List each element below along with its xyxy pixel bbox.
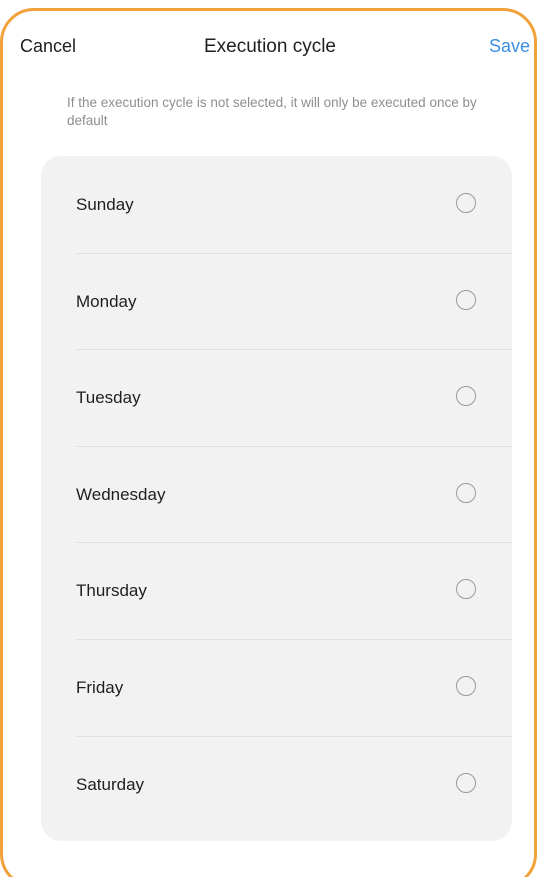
radio-unchecked-icon[interactable] — [456, 675, 476, 696]
header-bar: Cancel Execution cycle Save — [0, 34, 540, 66]
radio-unchecked-icon[interactable] — [456, 289, 476, 310]
day-label: Saturday — [76, 774, 145, 794]
radio-unchecked-icon[interactable] — [456, 193, 476, 213]
day-label: Thursday — [76, 581, 147, 601]
day-row-saturday[interactable]: Saturday — [41, 735, 512, 833]
day-row-sunday[interactable]: Sunday — [41, 156, 512, 253]
day-label: Tuesday — [76, 388, 141, 408]
day-row-tuesday[interactable]: Tuesday — [41, 349, 512, 446]
day-label: Sunday — [76, 195, 134, 214]
save-button[interactable]: Save — [489, 36, 530, 57]
day-label: Friday — [76, 677, 124, 697]
page-title: Execution cycle — [203, 36, 336, 57]
day-row-friday[interactable]: Friday — [41, 638, 512, 736]
radio-unchecked-icon[interactable] — [456, 482, 476, 503]
day-row-wednesday[interactable]: Wednesday — [41, 445, 512, 543]
hint-text: If the execution cycle is not selected, … — [67, 95, 477, 128]
radio-unchecked-icon[interactable] — [456, 579, 476, 600]
radio-unchecked-icon[interactable] — [456, 386, 476, 407]
day-list: Sunday Monday Tuesday Wednesday Thursday… — [41, 156, 512, 841]
day-label: Wednesday — [76, 484, 166, 504]
radio-unchecked-icon[interactable] — [456, 772, 476, 793]
day-row-thursday[interactable]: Thursday — [41, 542, 512, 639]
day-row-monday[interactable]: Monday — [41, 252, 512, 350]
day-label: Monday — [76, 291, 137, 311]
